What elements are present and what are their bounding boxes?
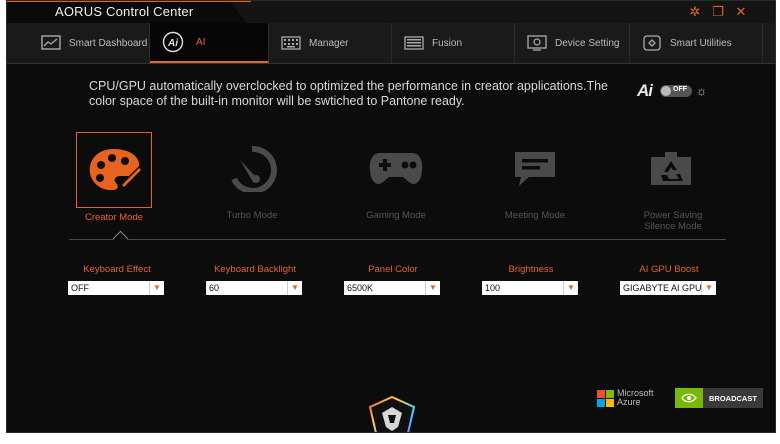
restore-icon[interactable]: ❐: [710, 4, 726, 20]
app-window: AORUS Control Center ✲ ❐ ✕ Smart Dashboa…: [6, 0, 776, 433]
mode-meeting[interactable]: Meeting Mode: [480, 132, 590, 221]
setting-label: Keyboard Backlight: [214, 264, 296, 275]
mode-icon-box: [76, 132, 152, 208]
mode-divider: [69, 239, 726, 240]
sun-icon: ☼: [696, 84, 707, 98]
ai-toggle-switch[interactable]: OFF: [660, 85, 692, 97]
broadcast-text: BROADCAST: [703, 388, 763, 408]
select-value: 60: [209, 283, 220, 293]
tab-ai[interactable]: Ai AI: [150, 23, 269, 63]
active-mode-pointer: [112, 230, 129, 247]
tab-smart-utilities[interactable]: Smart Utilities: [630, 23, 763, 63]
tab-label: Manager: [309, 37, 349, 49]
tab-label: Smart Dashboard: [69, 37, 148, 49]
palette-icon: [89, 149, 143, 191]
panel-color-select[interactable]: 6500K ▼: [344, 281, 440, 295]
select-value: GIGABYTE AI GPU: [623, 283, 702, 293]
chat-icon: [515, 152, 555, 186]
setting-ai-gpu-boost: AI GPU Boost GIGABYTE AI GPU ▼: [609, 264, 729, 295]
mode-turbo[interactable]: Turbo Mode: [197, 132, 307, 221]
ai-logo: Ai: [637, 81, 653, 100]
setting-label: Panel Color: [368, 264, 418, 275]
setting-brightness: Brightness 100 ▼: [471, 264, 591, 295]
keyboard-backlight-select[interactable]: 60 ▼: [206, 281, 302, 295]
keyboard-effect-select[interactable]: OFF ▼: [68, 281, 164, 295]
mode-description: CPU/GPU automatically overclocked to opt…: [89, 79, 608, 108]
select-value: OFF: [71, 283, 89, 293]
select-value: 100: [485, 283, 501, 293]
nvidia-broadcast-badge: BROADCAST: [675, 388, 763, 408]
setting-keyboard-effect: Keyboard Effect OFF ▼: [57, 264, 177, 295]
tab-label: AI: [196, 36, 206, 48]
keyboard-icon: [281, 36, 301, 50]
setting-panel-color: Panel Color 6500K ▼: [333, 264, 453, 295]
title-bar: AORUS Control Center ✲ ❐ ✕: [7, 1, 775, 23]
setting-keyboard-backlight: Keyboard Backlight 60 ▼: [195, 264, 315, 295]
chevron-down-icon: ▼: [701, 281, 716, 295]
main-nav: Smart Dashboard Ai AI Manager Fusion Dev…: [7, 23, 775, 64]
utilities-icon: [643, 35, 661, 51]
mode-icon-box: [636, 132, 710, 206]
mode-icon-box: [215, 132, 289, 206]
battery-recycle-icon: [651, 152, 691, 185]
aorus-emblem-icon: [368, 395, 416, 432]
tab-label: Smart Utilities: [670, 37, 732, 49]
chevron-down-icon: ▼: [287, 281, 302, 295]
dashboard-icon: [41, 35, 61, 50]
mode-label: Creator Mode: [84, 212, 144, 223]
setting-label: Keyboard Effect: [83, 264, 151, 275]
close-icon[interactable]: ✕: [733, 4, 749, 20]
toggle-knob: [661, 86, 671, 96]
tab-label: Fusion: [432, 37, 463, 49]
tab-label: Device Setting: [555, 37, 620, 49]
chevron-down-icon: ▼: [149, 281, 164, 295]
nvidia-logo-icon: [675, 388, 703, 408]
microsoft-azure-text: Microsoft Azure: [617, 389, 654, 407]
mode-icon-box: [498, 132, 572, 206]
mode-label: Gaming Mode: [366, 210, 426, 221]
microsoft-logo-icon: [597, 390, 614, 407]
app-title: AORUS Control Center: [55, 4, 194, 19]
nvidia-eye-icon: [681, 393, 697, 403]
toggle-state: OFF: [673, 86, 687, 93]
setting-label: AI GPU Boost: [639, 264, 699, 275]
tab-smart-dashboard[interactable]: Smart Dashboard: [29, 23, 150, 63]
svg-text:Ai: Ai: [167, 38, 178, 49]
mode-label: Power Saving Silence Mode: [643, 210, 703, 232]
tab-manager[interactable]: Manager: [269, 23, 392, 63]
ai-gpu-boost-select[interactable]: GIGABYTE AI GPU ▼: [620, 281, 716, 295]
mode-gaming[interactable]: Gaming Mode: [341, 132, 451, 221]
gamepad-icon: [369, 153, 423, 184]
azure-text: Azure: [617, 397, 641, 407]
brightness-select[interactable]: 100 ▼: [482, 281, 578, 295]
microsoft-azure-badge: Microsoft Azure: [597, 389, 654, 407]
select-value: 6500K: [347, 283, 374, 293]
speedometer-icon: [231, 146, 277, 192]
device-icon: [527, 35, 547, 51]
setting-label: Brightness: [508, 264, 554, 275]
mode-creator[interactable]: Creator Mode: [59, 132, 169, 223]
keyboard-rgb-icon: [404, 36, 424, 50]
tab-device-setting[interactable]: Device Setting: [515, 23, 630, 63]
mode-power-saving[interactable]: Power Saving Silence Mode: [618, 132, 728, 232]
gear-icon[interactable]: ✲: [687, 4, 703, 20]
mode-label: Turbo Mode: [226, 210, 278, 221]
chevron-down-icon: ▼: [425, 281, 440, 295]
ai-icon: Ai: [162, 31, 184, 53]
ai-toggle-group: Ai OFF ☼: [637, 81, 707, 101]
tab-fusion[interactable]: Fusion: [392, 23, 515, 63]
chevron-down-icon: ▼: [563, 281, 578, 295]
mode-icon-box: [359, 132, 433, 206]
mode-label: Meeting Mode: [504, 210, 566, 221]
